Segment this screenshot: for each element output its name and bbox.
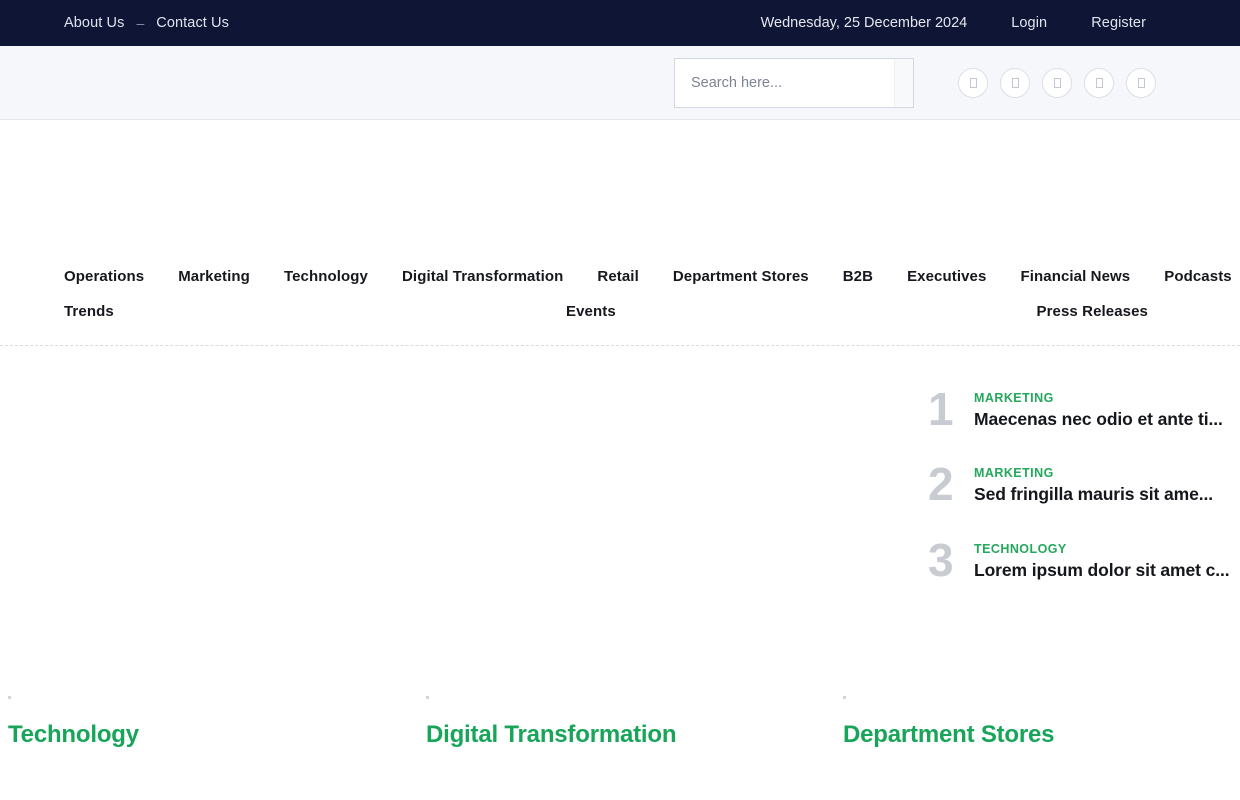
bullet-dot-icon — [843, 696, 846, 699]
section-header-latest: Latest In Technology — [8, 796, 814, 800]
nav-item-retail[interactable]: Retail — [597, 268, 638, 285]
nav-row-secondary-left: Trends — [64, 303, 114, 320]
topbar-right-group: Wednesday, 25 December 2024 Login Regist… — [761, 15, 1146, 31]
section-header-spotlight: In Spotlight — [874, 796, 1232, 800]
facebook-icon[interactable] — [958, 67, 988, 98]
category-link-department-stores[interactable]: Department Stores — [843, 721, 1055, 749]
twitter-icon[interactable] — [1000, 67, 1030, 98]
nav-item-b2b[interactable]: B2B — [843, 268, 873, 285]
featured-hero-image[interactable] — [8, 366, 908, 686]
nav-divider — [0, 345, 1240, 346]
trending-title[interactable]: Lorem ipsum dolor sit amet c... — [974, 559, 1230, 581]
nav-row-primary: Operations Marketing Technology Digital … — [64, 268, 1232, 285]
trending-body: MARKETING Maecenas nec odio et ante ti..… — [974, 388, 1223, 430]
trending-body: MARKETING Sed fringilla mauris sit ame..… — [974, 463, 1213, 505]
section-prefix: In — [874, 796, 898, 800]
nav-item-trends[interactable]: Trends — [64, 303, 114, 320]
nav-item-events[interactable]: Events — [566, 303, 616, 320]
trending-rank: 1 — [928, 383, 954, 435]
site-logo[interactable] — [64, 61, 364, 105]
trending-rank: 3 — [928, 533, 954, 586]
trending-item[interactable]: 2 MARKETING Sed fringilla mauris sit ame… — [928, 458, 1232, 511]
masthead-right-group — [674, 57, 1156, 108]
search-bar — [674, 57, 914, 108]
nav-item-marketing[interactable]: Marketing — [178, 268, 250, 285]
nav-row-secondary-mid: Events — [566, 303, 616, 320]
bullet-dot-icon — [8, 696, 11, 699]
bullet-dot-icon — [426, 696, 429, 699]
nav-item-podcasts[interactable]: Podcasts — [1164, 268, 1232, 285]
youtube-icon[interactable] — [1084, 67, 1114, 98]
topbar-links: About Us – Contact Us — [64, 15, 229, 31]
nav-item-department-stores[interactable]: Department Stores — [673, 268, 809, 285]
category-link-digital-transformation[interactable]: Digital Transformation — [426, 721, 676, 749]
category-link-technology[interactable]: Technology — [8, 721, 139, 749]
contact-us-link[interactable]: Contact Us — [156, 15, 229, 31]
trending-item[interactable]: 1 MARKETING Maecenas nec odio et ante ti… — [928, 383, 1232, 435]
trending-category[interactable]: MARKETING — [974, 391, 1223, 405]
nav-item-press-releases[interactable]: Press Releases — [1037, 303, 1149, 320]
nav-item-executives[interactable]: Executives — [907, 268, 986, 285]
login-link[interactable]: Login — [1011, 15, 1047, 31]
about-us-link[interactable]: About Us — [64, 15, 124, 31]
category-cell: Digital Transformation — [426, 696, 676, 749]
social-links — [958, 67, 1156, 98]
search-icon[interactable] — [894, 58, 913, 107]
category-cell: Technology — [8, 696, 139, 749]
nav-item-operations[interactable]: Operations — [64, 268, 144, 285]
trending-category[interactable]: TECHNOLOGY — [974, 542, 1230, 556]
section-title-latest: Latest In Technology — [8, 796, 268, 800]
search-input[interactable] — [675, 58, 894, 107]
section-highlight: Technology — [123, 796, 269, 800]
nav-item-financial-news[interactable]: Financial News — [1020, 268, 1130, 285]
current-date: Wednesday, 25 December 2024 — [760, 15, 968, 31]
top-utility-bar: About Us – Contact Us Wednesday, 25 Dece… — [0, 0, 1240, 46]
nav-row-secondary-right: Press Releases — [1037, 303, 1149, 320]
main-navigation: Operations Marketing Technology Digital … — [0, 256, 1240, 346]
trending-item[interactable]: 3 TECHNOLOGY Lorem ipsum dolor sit amet … — [928, 533, 1232, 586]
trending-body: TECHNOLOGY Lorem ipsum dolor sit amet c.… — [974, 539, 1230, 581]
nav-item-digital-transformation[interactable]: Digital Transformation — [402, 268, 563, 285]
topbar-separator: – — [136, 15, 145, 31]
trending-title[interactable]: Maecenas nec odio et ante ti... — [974, 408, 1223, 430]
nav-item-technology[interactable]: Technology — [284, 268, 368, 285]
section-title-spotlight: In Spotlight — [874, 796, 1018, 800]
instagram-icon[interactable] — [1042, 67, 1072, 98]
masthead — [0, 46, 1240, 120]
trending-category[interactable]: MARKETING — [974, 466, 1213, 480]
section-prefix: Latest In — [8, 796, 116, 800]
section-highlight: Spotlight — [904, 796, 1018, 800]
category-cell: Department Stores — [843, 696, 1055, 749]
trending-list: 1 MARKETING Maecenas nec odio et ante ti… — [928, 383, 1232, 614]
linkedin-icon[interactable] — [1126, 67, 1156, 98]
trending-rank: 2 — [928, 458, 954, 511]
register-link[interactable]: Register — [1091, 15, 1146, 31]
trending-title[interactable]: Sed fringilla mauris sit ame... — [974, 483, 1213, 505]
